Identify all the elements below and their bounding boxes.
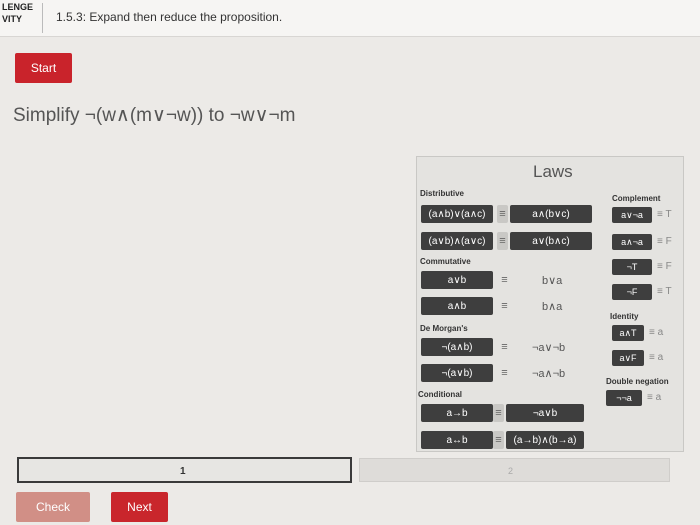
laws-title: Laws xyxy=(533,162,573,181)
equiv-symbol: ≡ xyxy=(501,274,508,286)
law-commutative-2-left[interactable]: a∧b xyxy=(421,297,493,315)
law-demorgans-1-left[interactable]: ¬(a∧b) xyxy=(421,338,493,356)
section-identity: Identity xyxy=(610,312,639,321)
progress-level-1-label: 1 xyxy=(180,466,186,477)
equiv-symbol: ≡ xyxy=(501,341,508,353)
equiv-symbol: ≡ xyxy=(493,404,504,422)
section-conditional: Conditional xyxy=(418,390,462,399)
law-distributive-1-right[interactable]: a∧(b∨c) xyxy=(510,205,592,223)
law-identity-2-left[interactable]: a∨F xyxy=(612,350,644,366)
law-conditional-2-left[interactable]: a↔b xyxy=(421,431,493,449)
top-bar: LENGE VITY 1.5.3: Expand then reduce the… xyxy=(0,0,700,37)
progress-level-2-label: 2 xyxy=(508,466,514,476)
start-button[interactable]: Start xyxy=(15,53,72,83)
problem-statement: Simplify ¬(w∧(m∨¬w)) to ¬w∨¬m xyxy=(13,105,296,126)
equiv-symbol: ≡ xyxy=(657,286,663,297)
header-divider xyxy=(42,3,43,33)
section-double-negation: Double negation xyxy=(606,377,669,386)
section-commutative: Commutative xyxy=(420,257,471,266)
equiv-symbol: ≡ xyxy=(501,300,508,312)
challenge-activity-label: LENGE VITY xyxy=(2,1,33,25)
law-identity-1-right: ≡ a xyxy=(649,327,663,338)
law-conditional-2-right[interactable]: (a→b)∧(b→a) xyxy=(506,431,584,449)
law-complement-3-right: ≡ F xyxy=(657,261,672,272)
equiv-symbol: ≡ xyxy=(657,261,663,272)
equiv-symbol: ≡ xyxy=(501,367,508,379)
activity-title: 1.5.3: Expand then reduce the propositio… xyxy=(56,10,283,24)
section-complement: Complement xyxy=(612,194,661,203)
section-demorgans: De Morgan's xyxy=(420,324,468,333)
law-complement-2-right: ≡ F xyxy=(657,236,672,247)
law-demorgans-1-right[interactable]: ¬a∨¬b xyxy=(532,341,565,354)
equiv-symbol: ≡ xyxy=(497,232,508,250)
section-distributive: Distributive xyxy=(420,189,465,198)
law-commutative-1-left[interactable]: a∨b xyxy=(421,271,493,289)
challenge-label-line2: VITY xyxy=(2,14,23,24)
law-double-negation-left[interactable]: ¬¬a xyxy=(606,390,642,406)
law-demorgans-2-left[interactable]: ¬(a∨b) xyxy=(421,364,493,382)
complement-3-value: F xyxy=(665,261,672,272)
next-button[interactable]: Next xyxy=(111,492,168,522)
complement-2-value: F xyxy=(665,236,672,247)
identity-2-value: a xyxy=(657,352,664,363)
equiv-symbol: ≡ xyxy=(497,205,508,223)
complement-4-value: T xyxy=(665,286,672,297)
law-commutative-2-right[interactable]: b∧a xyxy=(542,300,562,313)
equiv-symbol: ≡ xyxy=(657,236,663,247)
equiv-symbol: ≡ xyxy=(649,352,655,363)
law-identity-2-right: ≡ a xyxy=(649,352,663,363)
equiv-symbol: ≡ xyxy=(649,327,655,338)
equiv-symbol: ≡ xyxy=(493,431,504,449)
law-distributive-2-left[interactable]: (a∨b)∧(a∨c) xyxy=(421,232,493,250)
law-commutative-1-right[interactable]: b∨a xyxy=(542,274,562,287)
law-demorgans-2-right[interactable]: ¬a∧¬b xyxy=(532,367,565,380)
law-complement-3-left[interactable]: ¬T xyxy=(612,259,652,275)
law-complement-2-left[interactable]: a∧¬a xyxy=(612,234,652,250)
law-conditional-1-left[interactable]: a→b xyxy=(421,404,493,422)
law-complement-1-left[interactable]: a∨¬a xyxy=(612,207,652,223)
law-distributive-2-right[interactable]: a∨(b∧c) xyxy=(510,232,592,250)
law-complement-4-left[interactable]: ¬F xyxy=(612,284,652,300)
law-complement-1-right: ≡ T xyxy=(657,209,672,220)
complement-1-value: T xyxy=(665,209,672,220)
equiv-symbol: ≡ xyxy=(647,392,653,403)
progress-level-2[interactable] xyxy=(359,458,670,482)
double-negation-value: a xyxy=(655,392,662,403)
identity-1-value: a xyxy=(657,327,664,338)
law-double-negation-right: ≡ a xyxy=(647,392,661,403)
law-distributive-1-left[interactable]: (a∧b)∨(a∧c) xyxy=(421,205,493,223)
law-identity-1-left[interactable]: a∧T xyxy=(612,325,644,341)
equiv-symbol: ≡ xyxy=(657,209,663,220)
law-complement-4-right: ≡ T xyxy=(657,286,672,297)
challenge-label-line1: LENGE xyxy=(2,2,34,12)
law-conditional-1-right[interactable]: ¬a∨b xyxy=(506,404,584,422)
check-button[interactable]: Check xyxy=(16,492,90,522)
